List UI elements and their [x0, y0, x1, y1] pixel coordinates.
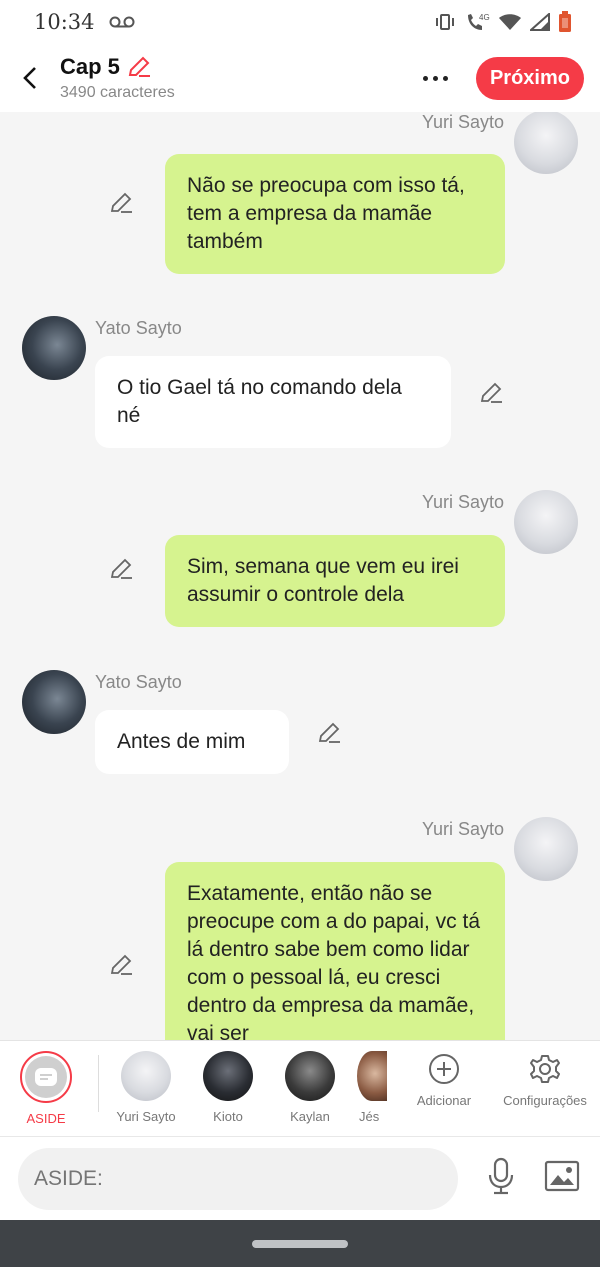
message-bubble[interactable]: Sim, semana que vem eu irei assumir o co… — [165, 535, 505, 627]
title-block: Cap 5 3490 caracteres — [60, 54, 175, 102]
next-button[interactable]: Próximo — [475, 56, 584, 100]
avatar[interactable] — [514, 112, 578, 174]
image-icon — [544, 1160, 580, 1192]
sender-name: Yuri Sayto — [421, 819, 504, 839]
message-bubble[interactable]: Antes de mim — [95, 710, 289, 774]
wifi-icon — [499, 14, 521, 30]
settings-button[interactable]: Configurações — [497, 1041, 593, 1136]
edit-message-icon[interactable] — [108, 952, 134, 978]
edit-message-icon[interactable] — [478, 380, 504, 406]
system-nav-bar — [0, 1220, 600, 1267]
character-tab[interactable]: Jés — [351, 1041, 391, 1136]
character-tab[interactable]: Yuri Sayto — [105, 1041, 187, 1136]
narration-icon — [35, 1068, 57, 1086]
avatar[interactable] — [22, 316, 86, 380]
add-character-button[interactable]: Adicionar — [391, 1041, 497, 1136]
input-bar — [0, 1136, 600, 1220]
add-label: Adicionar — [416, 1093, 472, 1108]
character-label: Jés — [359, 1109, 380, 1124]
more-dot-icon — [433, 75, 439, 81]
character-selector: ASIDE Yuri Sayto Kioto Kaylan Jés Adicio… — [0, 1040, 600, 1136]
battery-icon — [559, 11, 571, 32]
message-bubble[interactable]: Não se preocupa com isso tá, tem a empre… — [165, 154, 505, 274]
message-bubble[interactable]: O tio Gael tá no comando dela né — [95, 356, 451, 448]
chat-area[interactable]: Yuri Sayto Não se preocupa com isso tá, … — [0, 112, 600, 1040]
more-dot-icon — [443, 75, 449, 81]
avatar — [285, 1051, 335, 1101]
avatar[interactable] — [22, 670, 86, 734]
back-button[interactable] — [0, 44, 60, 112]
vibrate-icon — [436, 14, 454, 30]
character-label: Kioto — [213, 1109, 243, 1124]
character-tab[interactable]: Kioto — [187, 1041, 269, 1136]
aside-avatar — [20, 1051, 72, 1103]
signal-icon — [530, 13, 550, 31]
chapter-header: Cap 5 3490 caracteres Próximo — [0, 44, 600, 112]
microphone-icon — [488, 1157, 514, 1195]
add-circle-icon — [429, 1054, 459, 1084]
status-bar: 10:34 4G — [0, 0, 600, 44]
message-bubble[interactable]: Exatamente, então não se preocupe com a … — [165, 862, 505, 1040]
voicemail-icon — [109, 16, 135, 28]
more-options-button[interactable] — [416, 58, 456, 98]
character-tab-aside[interactable]: ASIDE — [0, 1041, 92, 1136]
network-type-label: 4G — [479, 13, 490, 22]
avatar — [357, 1051, 387, 1101]
sender-name: Yato Sayto — [95, 672, 182, 692]
edit-title-icon[interactable] — [126, 54, 152, 80]
avatar — [203, 1051, 253, 1101]
back-arrow-icon — [23, 67, 36, 89]
status-time: 10:34 — [34, 10, 95, 34]
character-label: Kaylan — [290, 1109, 330, 1124]
image-button[interactable] — [544, 1160, 580, 1197]
message-input[interactable] — [18, 1147, 458, 1210]
edit-message-icon[interactable] — [108, 556, 134, 582]
sender-name: Yuri Sayto — [421, 112, 504, 132]
edit-message-icon[interactable] — [316, 720, 342, 746]
more-dot-icon — [423, 75, 429, 81]
character-label: ASIDE — [26, 1111, 66, 1126]
sender-name: Yato Sayto — [95, 318, 182, 338]
microphone-button[interactable] — [486, 1157, 516, 1200]
wifi-calling-icon: 4G — [468, 13, 490, 30]
avatar — [121, 1051, 171, 1101]
settings-label: Configurações — [503, 1093, 587, 1108]
character-tab[interactable]: Kaylan — [269, 1041, 351, 1136]
chapter-title: Cap 5 — [60, 54, 120, 79]
edit-message-icon[interactable] — [108, 190, 134, 216]
divider — [98, 1055, 99, 1112]
avatar[interactable] — [514, 490, 578, 554]
character-label: Yuri Sayto — [116, 1109, 176, 1124]
home-gesture-handle[interactable] — [252, 1239, 348, 1248]
character-count: 3490 caracteres — [60, 84, 175, 101]
sender-name: Yuri Sayto — [421, 492, 504, 512]
avatar[interactable] — [514, 817, 578, 881]
gear-icon — [530, 1055, 560, 1083]
